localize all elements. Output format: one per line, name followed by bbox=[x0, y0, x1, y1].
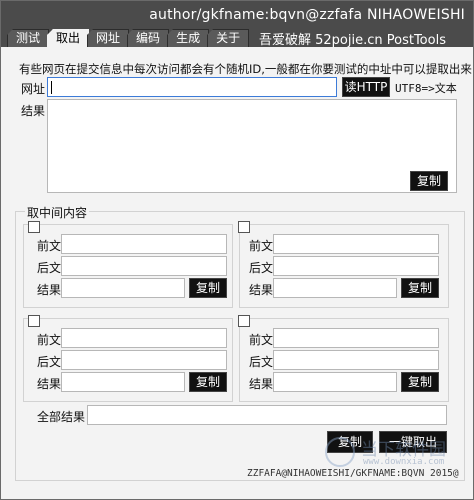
block-3-suffix-label: 后文 bbox=[37, 355, 62, 369]
url-input[interactable] bbox=[47, 77, 337, 97]
result-label: 结果 bbox=[21, 104, 46, 118]
text-caret bbox=[51, 81, 52, 94]
all-result-input[interactable] bbox=[87, 405, 447, 425]
result-textarea[interactable] bbox=[47, 99, 457, 193]
watermark-circle-icon bbox=[325, 437, 355, 467]
promo-text: 吾爱破解 52pojie.cn PostTools bbox=[259, 33, 446, 48]
block-1-suffix-input[interactable] bbox=[61, 256, 227, 276]
block-2-copy-button[interactable]: 复制 bbox=[401, 278, 439, 298]
title-bar: author/gkfname:bqvn@zzfafa NIHAOWEISHI 测… bbox=[1, 1, 473, 48]
block-3-prefix-input[interactable] bbox=[61, 328, 227, 348]
block-4-result-input[interactable] bbox=[273, 372, 397, 392]
block-3-copy-button[interactable]: 复制 bbox=[189, 372, 227, 392]
block-3-suffix-input[interactable] bbox=[61, 350, 227, 370]
tab-encode[interactable]: 编码 bbox=[127, 29, 170, 47]
block-1-suffix-label: 后文 bbox=[37, 261, 62, 275]
block-4-prefix-input[interactable] bbox=[273, 328, 439, 348]
watermark-url: www.downxia.com bbox=[363, 457, 445, 467]
tab-url[interactable]: 网址 bbox=[87, 29, 130, 47]
block-2-result-input[interactable] bbox=[273, 278, 397, 298]
read-http-button[interactable]: 读HTTP bbox=[342, 77, 390, 97]
block-4-copy-button[interactable]: 复制 bbox=[401, 372, 439, 392]
block-2-suffix-label: 后文 bbox=[249, 261, 274, 275]
copy-result-button[interactable]: 复制 bbox=[410, 171, 448, 191]
window-title: author/gkfname:bqvn@zzfafa NIHAOWEISHI bbox=[149, 7, 465, 23]
block-3-result-input[interactable] bbox=[61, 372, 185, 392]
block-4-result-label: 结果 bbox=[249, 377, 274, 391]
all-result-label: 全部结果 bbox=[37, 410, 86, 424]
extract-block-3-checkbox[interactable] bbox=[28, 315, 40, 327]
block-4-suffix-input[interactable] bbox=[273, 350, 439, 370]
block-1-result-input[interactable] bbox=[61, 278, 185, 298]
app-window: author/gkfname:bqvn@zzfafa NIHAOWEISHI 测… bbox=[0, 0, 474, 500]
tab-test[interactable]: 测试 bbox=[7, 29, 50, 47]
block-2-result-label: 结果 bbox=[249, 283, 274, 297]
block-1-prefix-label: 前文 bbox=[37, 239, 62, 253]
block-4-prefix-label: 前文 bbox=[249, 333, 274, 347]
block-2-prefix-label: 前文 bbox=[249, 239, 274, 253]
extract-block-1-checkbox[interactable] bbox=[28, 221, 40, 233]
block-2-suffix-input[interactable] bbox=[273, 256, 439, 276]
block-1-copy-button[interactable]: 复制 bbox=[189, 278, 227, 298]
extract-block-4-checkbox[interactable] bbox=[238, 315, 250, 327]
watermark-logo: 当下软件园 www.downxia.com bbox=[325, 433, 465, 473]
extract-group-title: 取中间内容 bbox=[25, 204, 90, 221]
block-1-prefix-input[interactable] bbox=[61, 234, 227, 254]
tab-generate[interactable]: 生成 bbox=[167, 29, 210, 47]
block-3-prefix-label: 前文 bbox=[37, 333, 62, 347]
hint-text: 有些网页在提交信息中每次访问都会有个随机ID,一般都在你要测试的中址中可以提取出… bbox=[19, 62, 472, 76]
tab-extract[interactable]: 取出 bbox=[47, 29, 90, 47]
block-1-result-label: 结果 bbox=[37, 283, 62, 297]
block-3-result-label: 结果 bbox=[37, 377, 62, 391]
extract-block-2-checkbox[interactable] bbox=[238, 221, 250, 233]
tab-about[interactable]: 关于 bbox=[207, 29, 250, 47]
extract-panel: 有些网页在提交信息中每次访问都会有个随机ID,一般都在你要测试的中址中可以提取出… bbox=[15, 47, 472, 493]
url-label: 网址 bbox=[21, 82, 46, 96]
block-4-suffix-label: 后文 bbox=[249, 355, 274, 369]
tab-strip: 测试 取出 网址 编码 生成 关于 bbox=[7, 29, 250, 47]
encoding-label: UTF8=>文本 bbox=[395, 82, 457, 95]
block-2-prefix-input[interactable] bbox=[273, 234, 439, 254]
